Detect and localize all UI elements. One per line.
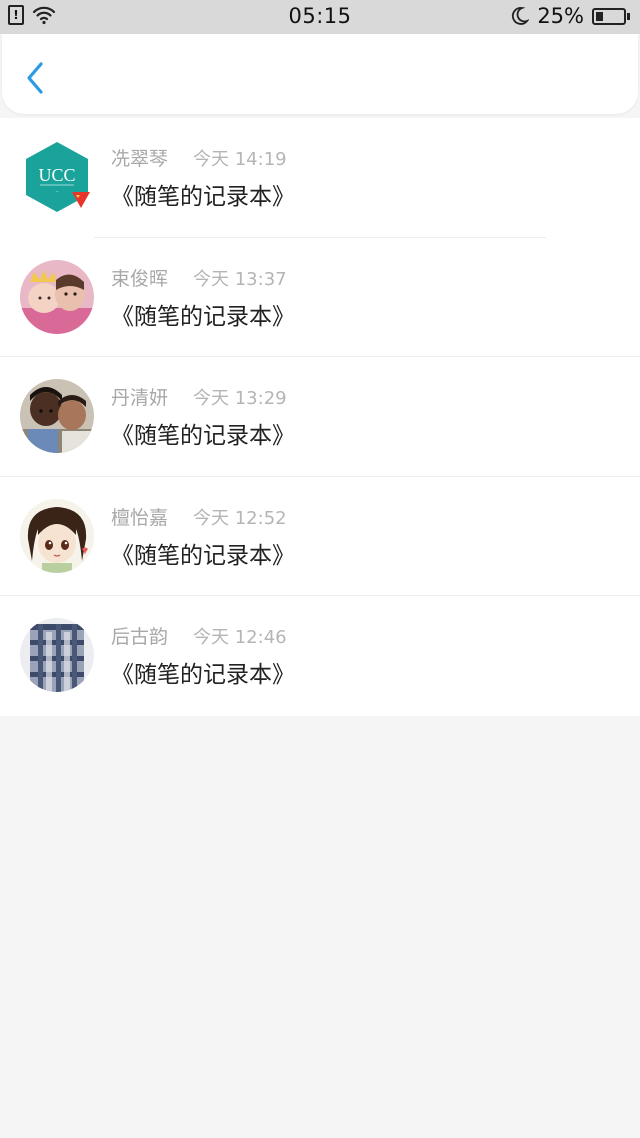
list-item[interactable]: 后古韵 今天 12:46 《随笔的记录本》 [0, 596, 640, 716]
read-time: 今天 13:37 [193, 268, 287, 290]
avatar[interactable]: UCC ~ [20, 140, 94, 214]
read-time: 今天 13:29 [193, 388, 287, 410]
status-bar-right: 25% [511, 4, 630, 28]
read-time: 今天 14:19 [193, 149, 287, 170]
moon-icon [512, 7, 530, 25]
reader-name: 后古韵 [111, 626, 169, 649]
reader-list: UCC ~ 冼翠琴 今天 14:19 《随笔的记录本》 束俊晖 今天 13:37… [0, 118, 640, 716]
back-button[interactable] [22, 60, 48, 96]
ucc-logo-icon: UCC ~ [26, 142, 90, 212]
reader-name: 檀怡嘉 [111, 506, 169, 529]
avatar[interactable] [20, 618, 94, 693]
screen: ! 05:15 25% UCC ~ 冼翠琴 今天 14:19 《随笔的记录本》 … [0, 0, 640, 1138]
read-time: 今天 12:46 [193, 627, 287, 649]
list-item[interactable]: UCC ~ 冼翠琴 今天 14:19 《随笔的记录本》 [0, 118, 640, 238]
book-title: 《随笔的记录本》 [111, 303, 295, 330]
battery-icon [592, 7, 630, 25]
avatar[interactable] [20, 259, 94, 334]
list-item[interactable]: 束俊晖 今天 13:37 《随笔的记录本》 [0, 237, 640, 358]
reader-name: 冼翠琴 [111, 148, 169, 170]
battery-cap [627, 12, 630, 20]
avatar[interactable] [20, 379, 94, 454]
avatar-anime-girl [20, 498, 94, 573]
book-title: 《随笔的记录本》 [111, 662, 295, 689]
ucc-logo-text: UCC [38, 165, 75, 185]
book-title: 《随笔的记录本》 [111, 423, 295, 450]
status-bar: ! 05:15 25% [0, 0, 640, 34]
avatar[interactable] [20, 498, 94, 573]
header-bar [2, 34, 638, 114]
battery-percent: 25% [537, 4, 584, 28]
read-time: 今天 12:52 [193, 507, 287, 529]
battery-fill [596, 11, 603, 21]
avatar-photo-boys [20, 379, 94, 454]
chevron-left-icon [27, 62, 43, 94]
list-item[interactable]: 檀怡嘉 今天 12:52 《随笔的记录本》 [0, 476, 640, 597]
svg-text:~: ~ [56, 190, 59, 195]
avatar-photo-children [20, 259, 94, 334]
reader-name: 束俊晖 [111, 267, 169, 290]
book-title: 《随笔的记录本》 [111, 184, 295, 210]
book-title: 《随笔的记录本》 [111, 542, 295, 569]
list-item[interactable]: 丹清妍 今天 13:29 《随笔的记录本》 [0, 357, 640, 477]
reader-name: 丹清妍 [111, 387, 169, 410]
avatar-photo-plaid-shirt [20, 618, 94, 693]
